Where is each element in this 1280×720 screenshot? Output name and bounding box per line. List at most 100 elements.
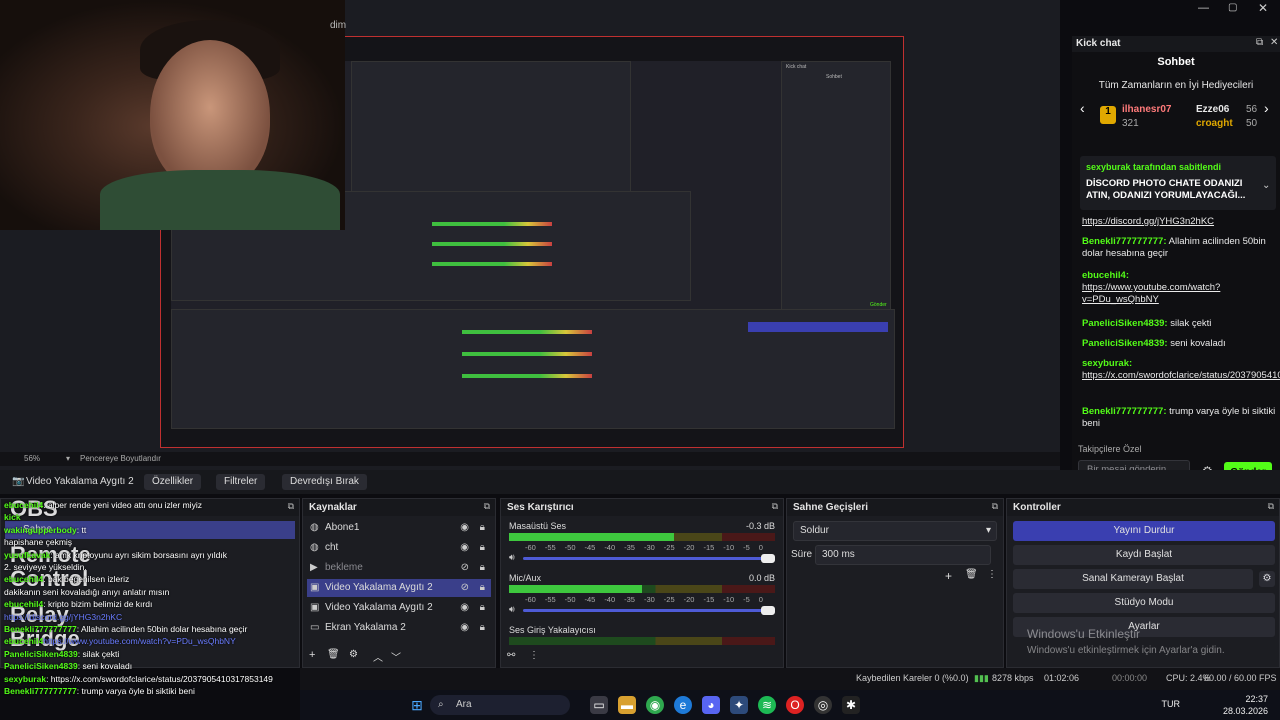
source-item[interactable]: ▭ Ekran Yakalama 2 ◉ 🔒︎ [307, 619, 491, 637]
lock-icon: 🔒︎ [479, 582, 485, 593]
preview-zoom-bar: 56% ▾ Pencereye Boyutlandır [0, 452, 1060, 466]
chevron-left-icon[interactable]: ‹ [1080, 100, 1085, 116]
overlay-chat-line: PaneliciSiken4839: seni kovaladı [4, 661, 133, 672]
overlay-chat-line: 2. seviyeye yükseldin. [4, 562, 87, 572]
monitor-icon: ▭ [310, 622, 320, 633]
chat-message: PaneliciSiken4839: seni kovaladı [1082, 338, 1226, 349]
rec-time: 00:00:00 [1112, 673, 1148, 683]
chevron-down-icon: ▾ [985, 525, 991, 536]
pinned-message[interactable]: sexyburak tarafından sabitlendi DİSCORD … [1080, 156, 1276, 210]
meter-tick: -40 [604, 595, 616, 604]
chevron-down-icon[interactable]: ▾ [66, 454, 70, 463]
trash-icon[interactable]: 🗑︎ [327, 649, 340, 660]
more-icon[interactable]: ⋮ [529, 650, 539, 661]
eye-icon: ◉ [460, 622, 469, 633]
meter-tick: -15 [703, 595, 715, 604]
volume-slider[interactable] [523, 606, 775, 615]
controls-dock: Kontroller ⧉ Yayını Durdur Kaydı Başlat S… [1006, 498, 1280, 668]
float-icon[interactable]: ⧉ [1256, 37, 1263, 48]
chevron-down-icon[interactable]: ﹀ [391, 649, 401, 664]
source-item[interactable]: ▣ Video Yakalama Aygıtı 2 ◉ 🔒︎ [307, 599, 491, 617]
clock[interactable]: 22:37 28.03.2026 [1223, 693, 1268, 717]
live-time: 01:02:06 [1044, 673, 1080, 683]
zoom-level[interactable]: 56% [24, 454, 40, 463]
chat-dock-title: Kick chat [1076, 38, 1121, 49]
discord-icon[interactable]: ◕ [702, 696, 720, 714]
properties-button[interactable]: Özellikler [144, 474, 202, 490]
trash-icon[interactable]: 🗑︎ [965, 569, 978, 580]
fit-to-window[interactable]: Pencereye Boyutlandır [80, 454, 161, 463]
nested-chat-tab: Sohbet [826, 74, 842, 80]
edge-icon[interactable]: e [674, 696, 692, 714]
deactivate-button[interactable]: Devredışı Bırak [282, 474, 367, 490]
duration-input[interactable]: 300 ms [815, 545, 991, 565]
gear-icon[interactable]: ⚙ [349, 649, 358, 660]
meter-tick: -5 [743, 595, 750, 604]
nested-chat: Kick chat Sohbet Gönder [781, 61, 891, 311]
chat-tab[interactable]: Sohbet [1072, 56, 1280, 68]
speaker-icon[interactable]: 🔊︎ [509, 552, 515, 563]
volume-slider[interactable] [523, 554, 775, 563]
eye-hidden-icon: ⊘ [460, 562, 469, 573]
float-icon[interactable]: ⧉ [484, 501, 490, 512]
speaker-icon[interactable]: 🔊︎ [509, 604, 515, 615]
pinned-by: sexyburak tarafından sabitlendi [1086, 162, 1222, 172]
studio-mode-button[interactable]: Stüdyo Modu [1013, 593, 1275, 613]
start-recording-button[interactable]: Kaydı Başlat [1013, 545, 1275, 565]
spotify-icon[interactable]: ≋ [758, 696, 776, 714]
maximize-icon[interactable]: ▢ [1228, 2, 1237, 13]
chat-message: PaneliciSiken4839: silak çekti [1082, 318, 1212, 329]
chrome-icon[interactable]: ◉ [646, 696, 664, 714]
start-virtual-camera-button[interactable]: Sanal Kamerayı Başlat [1013, 569, 1253, 589]
app-icon[interactable]: ✦ [730, 696, 748, 714]
minimize-icon[interactable]: — [1198, 2, 1209, 14]
obs-icon[interactable]: ◎ [814, 696, 832, 714]
float-icon[interactable]: ⧉ [1268, 501, 1274, 512]
more-icon[interactable]: ⋮ [987, 569, 997, 580]
close-icon[interactable]: ✕ [1270, 37, 1278, 48]
nested-obs-docks [171, 309, 895, 429]
meter-tick: 0 [758, 595, 763, 604]
fps: 60.00 / 60.00 FPS [1204, 673, 1277, 683]
gear-icon[interactable]: ⚙ [1259, 571, 1275, 587]
chat-message: Benekli777777777: Allahim acilinden 50bi… [1082, 236, 1266, 259]
meter-tick: -20 [683, 595, 695, 604]
chevron-down-icon[interactable]: ⌄ [1262, 180, 1270, 191]
opera-icon[interactable]: O [786, 696, 804, 714]
app-icon[interactable]: ✱ [842, 696, 860, 714]
webcam-feed [0, 0, 345, 230]
overlay-chat-line: yusufkavak: amk kriptoyunu ayrı sikim bo… [4, 549, 227, 560]
channel-name: Masaüstü Ses [509, 521, 567, 531]
float-icon[interactable]: ⧉ [772, 501, 778, 512]
transition-select[interactable]: Soldur ▾ [793, 521, 997, 541]
folder-icon[interactable]: ▬ [618, 696, 636, 714]
overlay-chat-line: kick [4, 512, 21, 523]
float-icon[interactable]: ⧉ [992, 501, 998, 512]
meter-tick: -5 [743, 543, 750, 552]
overlay-chat-line: wakingupperbody: tt [4, 524, 87, 535]
globe-icon: ◍ [310, 522, 319, 533]
obs-preview[interactable]: Kick chat Sohbet Gönder [0, 0, 1060, 470]
windows-start-icon[interactable]: ⊞ [408, 696, 426, 714]
filters-button[interactable]: Filtreler [216, 474, 266, 490]
sources-dock: Kaynaklar ⧉ ◍ Abone1 ◉ 🔒︎ ◍ cht ◉ 🔒︎ ▶ bekleme ⊘ 🔒… [302, 498, 496, 668]
controls-title: Kontroller [1013, 502, 1061, 513]
task-view-icon[interactable]: ▭ [590, 696, 608, 714]
source-item[interactable]: ◍ Abone1 ◉ 🔒︎ [307, 519, 491, 537]
stop-streaming-button[interactable]: Yayını Durdur [1013, 521, 1275, 541]
overlay-chat-line: ebucehil4: alper rende yeni video attı o… [4, 500, 202, 510]
source-item[interactable]: ◍ cht ◉ 🔒︎ [307, 539, 491, 557]
add-icon[interactable]: + [309, 649, 315, 661]
source-item[interactable]: ▣ Video Yakalama Aygıtı 2 ⊘ 🔒︎ [307, 579, 491, 597]
language-indicator[interactable]: TUR [1162, 699, 1181, 709]
status-bar: Kaybedilen Kareler 0 (%0.0) ▮▮▮ 8278 kbp… [300, 668, 1280, 690]
globe-icon: ◍ [310, 542, 319, 553]
chevron-up-icon[interactable]: ︿ [373, 649, 383, 664]
source-item[interactable]: ▶ bekleme ⊘ 🔒︎ [307, 559, 491, 577]
add-icon[interactable]: + [945, 569, 952, 583]
chevron-right-icon[interactable]: › [1264, 100, 1269, 116]
close-icon[interactable]: ✕ [1258, 1, 1268, 15]
taskbar-search[interactable]: ⌕ Ara [430, 695, 570, 715]
meter-tick: -25 [663, 543, 675, 552]
link-icon[interactable]: ⚯ [507, 650, 515, 661]
